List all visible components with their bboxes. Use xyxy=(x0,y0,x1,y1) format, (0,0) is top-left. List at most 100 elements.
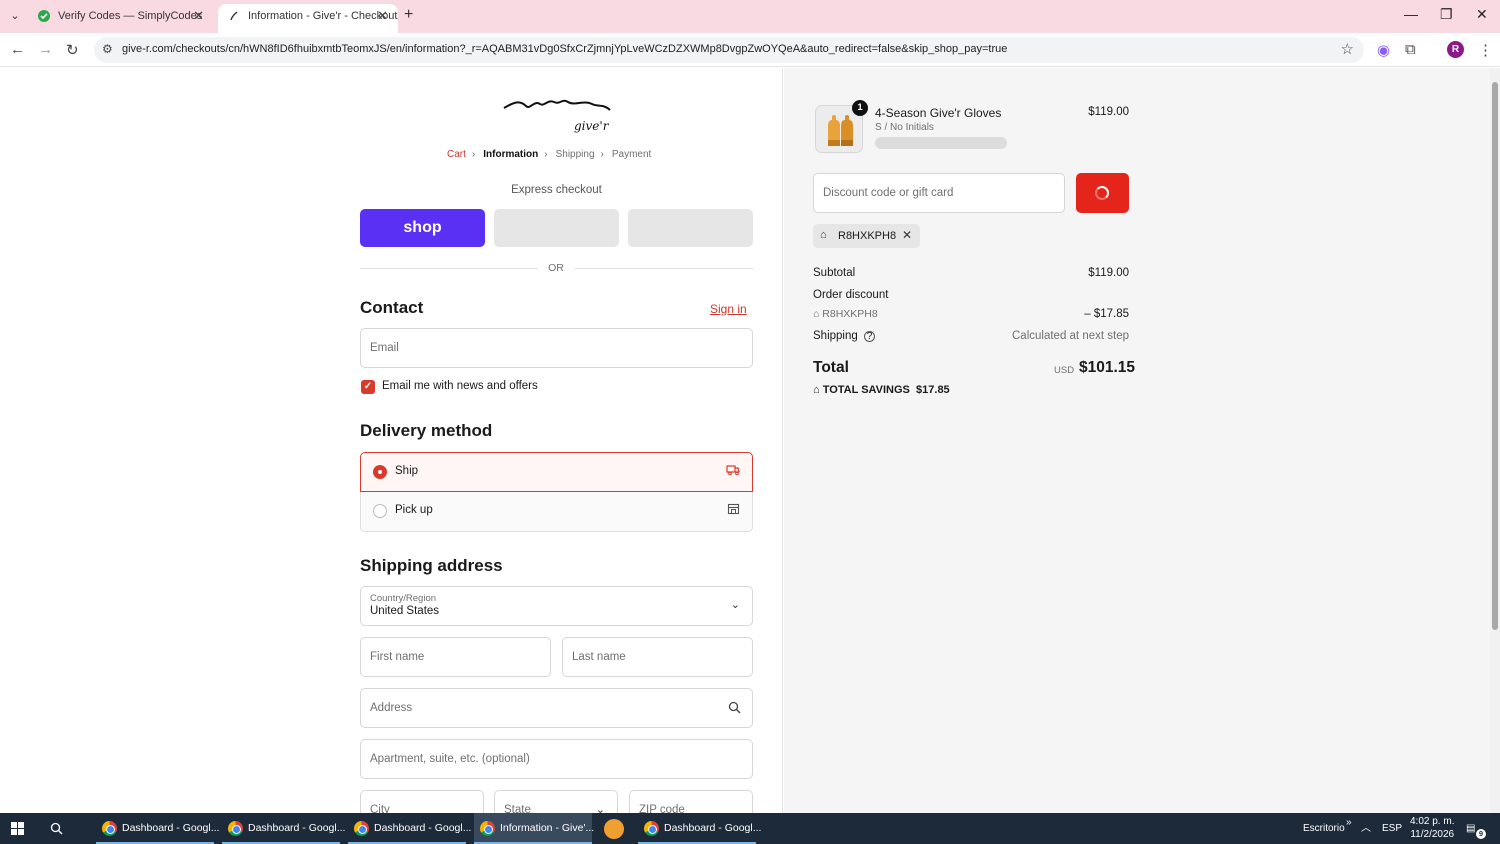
ship-label: Ship xyxy=(395,465,419,477)
browser-toolbar: ← → ↻ ⚙ give-r.com/checkouts/cn/hWN8fID6… xyxy=(0,33,1500,67)
discount-code-input[interactable]: Discount code or gift card xyxy=(813,173,1065,213)
chrome-icon xyxy=(354,821,369,836)
first-name-field[interactable]: First name xyxy=(360,637,551,677)
subtotal-value: $119.00 xyxy=(1088,267,1129,279)
pickup-radio[interactable] xyxy=(373,504,387,518)
extensions-puzzle-icon[interactable]: ⧉ xyxy=(1405,41,1416,58)
taskbar-chrome-window[interactable]: Dashboard - Googl... xyxy=(96,813,219,844)
city-placeholder: City xyxy=(370,804,390,813)
tag-icon: ⌂ xyxy=(813,308,823,320)
tab-giver-checkout[interactable]: Information - Give'r - Checkout ✕ xyxy=(218,4,398,33)
country-value: United States xyxy=(370,605,440,617)
breadcrumb-cart[interactable]: Cart xyxy=(447,149,466,160)
country-label: Country/Region xyxy=(370,593,437,604)
total-value: $101.15 xyxy=(1079,359,1136,376)
chrome-icon xyxy=(480,821,495,836)
notifications-icon[interactable]: ▤ xyxy=(1466,813,1475,844)
profile-avatar[interactable]: R xyxy=(1447,41,1464,58)
first-name-placeholder: First name xyxy=(370,651,425,663)
reload-icon[interactable]: ↻ xyxy=(66,41,79,59)
shop-pay-button[interactable]: shop xyxy=(360,209,485,247)
tab-search-chevron-icon[interactable]: ⌄ xyxy=(6,7,24,25)
page-scrollbar[interactable] xyxy=(1490,68,1500,813)
apartment-field[interactable]: Apartment, suite, etc. (optional) xyxy=(360,739,753,779)
address-field[interactable]: Address xyxy=(360,688,753,728)
close-tab-icon[interactable]: ✕ xyxy=(193,4,204,28)
windows-taskbar: Dashboard - Googl... Dashboard - Googl..… xyxy=(0,813,1500,844)
bookmark-star-icon[interactable]: ☆ xyxy=(1341,40,1354,58)
site-info-icon[interactable]: ⚙ xyxy=(102,42,113,56)
taskbar-chrome-window[interactable]: Dashboard - Googl... xyxy=(638,813,761,844)
tag-icon: ⌂ xyxy=(813,384,823,396)
close-window-icon[interactable]: ✕ xyxy=(1476,6,1488,23)
shipping-label: Shipping xyxy=(813,330,858,342)
discount-code-row: ⌂ R8HXKPH8 xyxy=(813,308,878,320)
shipping-row: Shipping ? xyxy=(813,330,875,342)
search-icon[interactable] xyxy=(50,822,63,835)
delivery-option-ship[interactable]: Ship xyxy=(360,452,753,492)
email-field[interactable]: Email xyxy=(360,328,753,368)
notification-count: 9 xyxy=(1476,829,1486,839)
close-tab-icon[interactable]: ✕ xyxy=(377,4,388,28)
clock[interactable]: 4:02 p. m. 11/2/2026 xyxy=(1410,815,1454,841)
store-icon xyxy=(727,503,740,515)
giver-logo[interactable]: give'r xyxy=(500,96,612,136)
checkout-page: give'r Cart › Information › Shipping › Payment… xyxy=(0,68,1490,813)
extension-simplycodes-icon[interactable]: ◉ xyxy=(1377,41,1390,59)
applied-discount-chip: ⌂ R8HXKPH8 ✕ xyxy=(813,224,920,248)
taskbar-item-label: Information - Give'... xyxy=(500,822,595,834)
chrome-icon xyxy=(102,821,117,836)
new-tab-icon[interactable]: + xyxy=(404,6,413,24)
order-discount-label: Order discount xyxy=(813,289,889,301)
clock-time: 4:02 p. m. xyxy=(1410,816,1455,827)
minimize-icon[interactable]: — xyxy=(1404,6,1418,22)
taskbar-chrome-window-active[interactable]: Information - Give'... xyxy=(474,813,595,844)
state-select[interactable]: State ⌄ xyxy=(494,790,618,813)
back-icon[interactable]: ← xyxy=(10,41,25,58)
news-offers-label: Email me with news and offers xyxy=(382,380,538,392)
chevron-right-icon: › xyxy=(600,149,604,160)
discount-value: – $17.85 xyxy=(1084,308,1129,320)
apply-discount-button[interactable] xyxy=(1076,173,1129,213)
restore-icon[interactable]: ❐ xyxy=(1440,6,1453,23)
tray-chevron-up-icon[interactable]: ︿ xyxy=(1361,813,1371,844)
news-offers-checkbox[interactable]: ✓ xyxy=(361,380,375,394)
quantity-badge: 1 xyxy=(852,100,868,116)
loading-skeleton xyxy=(875,137,1007,149)
last-name-field[interactable]: Last name xyxy=(562,637,753,677)
applied-code: R8HXKPH8 xyxy=(838,230,897,242)
help-circle-icon[interactable]: ? xyxy=(863,331,875,342)
chevron-down-icon: ⌄ xyxy=(595,804,605,813)
shipping-address-title: Shipping address xyxy=(360,556,503,575)
browser-menu-icon[interactable]: ⋮ xyxy=(1478,41,1493,59)
chevron-right-icon: › xyxy=(544,149,548,160)
address-bar[interactable]: ⚙ give-r.com/checkouts/cn/hWN8fID6fhuibx… xyxy=(94,37,1364,63)
sign-in-link[interactable]: Sign in xyxy=(710,302,747,316)
tab-simplycodes[interactable]: Verify Codes — SimplyCodes ✕ xyxy=(28,4,214,33)
ship-radio[interactable] xyxy=(373,465,387,479)
delivery-option-pickup[interactable]: Pick up xyxy=(360,492,753,532)
taskbar-chrome-window[interactable]: Dashboard - Googl... xyxy=(222,813,345,844)
remove-discount-icon[interactable]: ✕ xyxy=(902,228,912,242)
express-payment-placeholder-2[interactable] xyxy=(494,209,619,247)
taskbar-item-label: Dashboard - Googl... xyxy=(664,822,762,834)
checkout-main: give'r Cart › Information › Shipping › Payment… xyxy=(0,68,783,813)
taskbar-chrome-window[interactable]: Dashboard - Googl... xyxy=(348,813,471,844)
contact-title: Contact xyxy=(360,298,424,317)
country-select[interactable]: Country/Region United States ⌄ xyxy=(360,586,753,626)
express-payment-placeholder-3[interactable] xyxy=(628,209,753,247)
zip-field[interactable]: ZIP code xyxy=(629,790,753,813)
language-indicator[interactable]: ESP xyxy=(1382,813,1402,844)
toolbar-expand-icon[interactable]: » xyxy=(1346,807,1352,838)
email-placeholder: Email xyxy=(370,342,399,354)
scrollbar-thumb[interactable] xyxy=(1492,82,1498,630)
windows-start-icon[interactable] xyxy=(11,822,24,835)
forward-icon[interactable]: → xyxy=(38,41,53,58)
city-field[interactable]: City xyxy=(360,790,484,813)
shipping-value: Calculated at next step xyxy=(1012,330,1129,342)
breadcrumb-shipping: Shipping xyxy=(555,149,595,160)
desktop-toolbar-label[interactable]: Escritorio xyxy=(1303,813,1345,844)
zip-placeholder: ZIP code xyxy=(639,804,685,813)
total-savings: ⌂ TOTAL SAVINGS $17.85 xyxy=(813,384,950,396)
app-icon[interactable] xyxy=(604,819,624,839)
